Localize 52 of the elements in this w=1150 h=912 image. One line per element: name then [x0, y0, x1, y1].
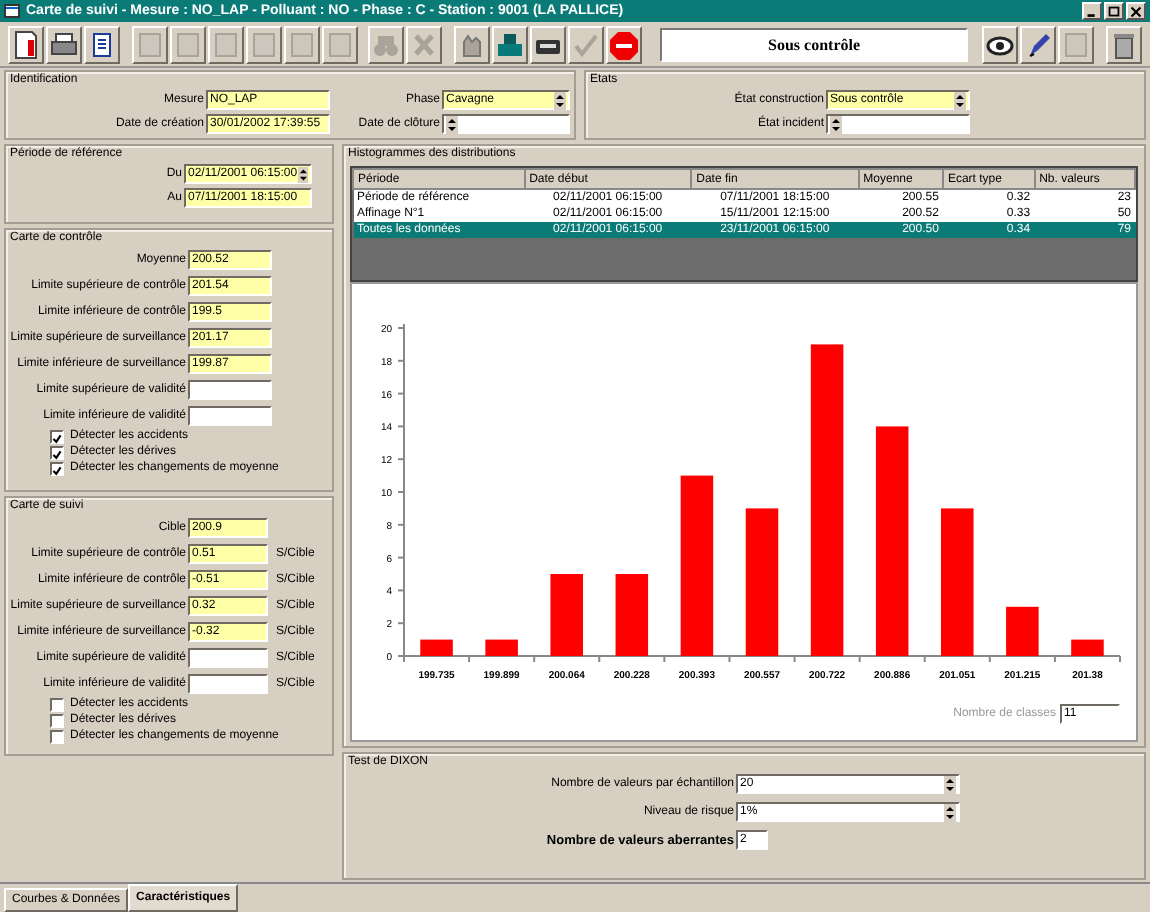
checkbox[interactable]: [50, 461, 64, 475]
bar: [420, 639, 453, 656]
checkbox[interactable]: [50, 445, 64, 459]
blank-page-icon: [247, 29, 280, 59]
input-field[interactable]: [188, 673, 268, 693]
checkbox[interactable]: [50, 697, 64, 711]
close-button[interactable]: [1126, 2, 1146, 20]
toolbar-button[interactable]: [84, 25, 120, 63]
bar: [1071, 639, 1104, 656]
toolbar-button[interactable]: [1105, 25, 1142, 63]
close-icon: [1128, 3, 1144, 19]
maximize-button[interactable]: [1104, 2, 1124, 20]
machine-icon: [493, 29, 526, 59]
dropdown[interactable]: [442, 114, 570, 134]
spinner-icon: [554, 91, 566, 109]
blank-page-icon: [209, 29, 242, 59]
spinner-icon: [297, 165, 308, 183]
blank-page-icon: [323, 29, 356, 59]
input-field[interactable]: [188, 647, 268, 667]
stop-icon: [607, 29, 640, 59]
toolbar-button[interactable]: [46, 25, 82, 63]
input-field[interactable]: [188, 405, 272, 425]
bar: [485, 639, 518, 656]
toolbar-button[interactable]: [982, 25, 1019, 63]
toolbar-button[interactable]: [1020, 25, 1057, 63]
toolbar-button[interactable]: [491, 25, 528, 63]
checkbox[interactable]: [50, 729, 64, 743]
blank-page-icon: [171, 29, 204, 59]
spinner-icon: [944, 803, 956, 821]
status-field: Sous contrôle: [659, 27, 969, 61]
checkmark-icon: [569, 29, 602, 59]
blank-page-icon: [133, 29, 166, 59]
blank-page-icon: [285, 29, 318, 59]
bar: [615, 574, 649, 656]
spinner-icon: [830, 115, 842, 133]
minimize-button[interactable]: [1082, 2, 1102, 20]
document-icon: [10, 29, 42, 59]
spinner-icon: [954, 91, 966, 109]
checkbox[interactable]: [50, 429, 64, 443]
blank-page-icon: [1060, 29, 1093, 59]
input-field[interactable]: [188, 379, 272, 399]
maximize-icon: [1106, 3, 1122, 19]
toolbar-button[interactable]: [8, 25, 44, 63]
checkbox[interactable]: [50, 713, 64, 727]
toolbar-button[interactable]: [529, 25, 566, 63]
spinner-icon: [944, 775, 956, 793]
dropdown[interactable]: [826, 114, 970, 134]
printer-icon: [48, 29, 80, 59]
app-icon: [4, 4, 20, 18]
bar: [550, 574, 583, 656]
bar: [1006, 606, 1039, 656]
spinner-icon: [446, 115, 458, 133]
